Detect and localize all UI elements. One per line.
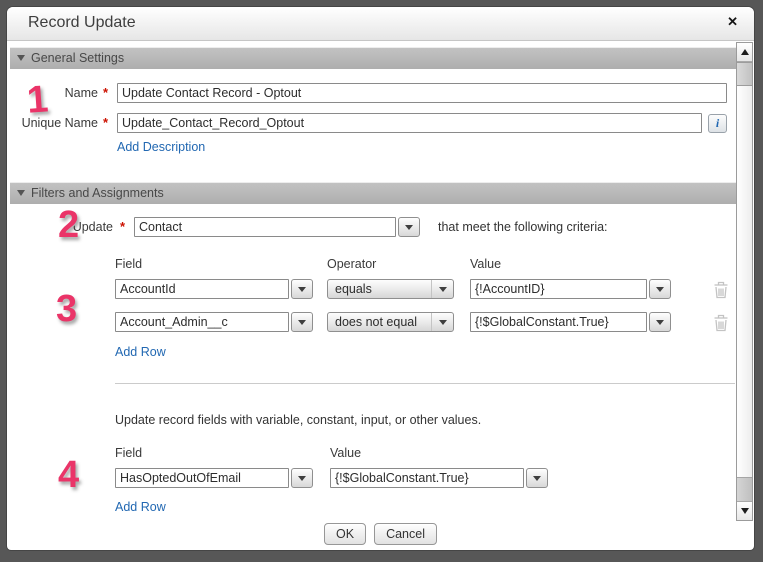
cancel-button[interactable]: Cancel (374, 523, 437, 545)
operator-value: equals (335, 282, 372, 296)
scroll-up-button[interactable] (737, 43, 752, 62)
assignment-value-dropdown-button[interactable] (526, 468, 548, 488)
filter-value-input[interactable] (470, 279, 647, 299)
footer-button-row: OK Cancel (7, 523, 754, 545)
chevron-down-icon (298, 476, 306, 481)
update-required-marker: * (120, 217, 125, 237)
annotation-step-3: 3 (56, 290, 77, 328)
update-object-input[interactable] (134, 217, 396, 237)
assignment-col-field: Field (115, 446, 142, 460)
chevron-down-icon (298, 287, 306, 292)
assignment-value-input[interactable] (330, 468, 524, 488)
section-header-general-settings[interactable]: General Settings (10, 47, 736, 69)
chevron-down-icon (533, 476, 541, 481)
update-object-dropdown-button[interactable] (398, 217, 420, 237)
filter-col-field: Field (115, 257, 142, 271)
criteria-caption: that meet the following criteria: (438, 220, 608, 234)
filter-field-input[interactable] (115, 279, 289, 299)
delete-row-icon[interactable] (713, 314, 729, 332)
assignment-col-value: Value (330, 446, 361, 460)
chevron-down-icon (405, 225, 413, 230)
arrow-up-icon (741, 49, 749, 55)
chevron-down-icon (431, 313, 453, 331)
collapse-triangle-icon (17, 55, 25, 61)
unique-name-input[interactable] (117, 113, 702, 133)
section-title: Filters and Assignments (31, 186, 164, 200)
add-description-link[interactable]: Add Description (117, 140, 205, 154)
filter-col-operator: Operator (327, 257, 376, 271)
collapse-triangle-icon (17, 190, 25, 196)
chevron-down-icon (656, 287, 664, 292)
close-icon[interactable]: ✕ (727, 15, 738, 29)
info-icon[interactable]: i (708, 114, 727, 133)
name-input[interactable] (117, 83, 727, 103)
name-label: Name (7, 83, 98, 103)
filter-operator-select[interactable]: does not equal (327, 312, 454, 332)
filter-operator-select[interactable]: equals (327, 279, 454, 299)
record-update-dialog: Record Update ✕ General Settings Name * … (7, 7, 754, 550)
chevron-down-icon (298, 320, 306, 325)
filter-value-input[interactable] (470, 312, 647, 332)
operator-value: does not equal (335, 315, 417, 329)
assignment-field-dropdown-button[interactable] (291, 468, 313, 488)
annotation-step-1: 1 (26, 80, 50, 119)
delete-row-icon[interactable] (713, 281, 729, 299)
filters-add-row-link[interactable]: Add Row (115, 345, 166, 359)
filter-field-dropdown-button[interactable] (291, 279, 313, 299)
annotation-step-2: 2 (58, 206, 79, 244)
annotation-step-4: 4 (58, 456, 79, 494)
chevron-down-icon (431, 280, 453, 298)
arrow-down-icon (741, 508, 749, 514)
assignments-caption: Update record fields with variable, cons… (115, 413, 481, 427)
dialog-title: Record Update (28, 14, 136, 32)
filter-value-dropdown-button[interactable] (649, 279, 671, 299)
filter-field-input[interactable] (115, 312, 289, 332)
unique-name-label: Unique Name (7, 113, 98, 133)
section-title: General Settings (31, 51, 124, 65)
name-required-marker: * (103, 83, 108, 103)
assignment-field-input[interactable] (115, 468, 289, 488)
scrollbar-thumb[interactable] (737, 62, 752, 86)
filter-value-dropdown-button[interactable] (649, 312, 671, 332)
scrollbar-lower-shade (737, 477, 752, 501)
section-divider (115, 383, 735, 384)
section-header-filters-assignments[interactable]: Filters and Assignments (10, 182, 736, 204)
filter-col-value: Value (470, 257, 501, 271)
assignments-add-row-link[interactable]: Add Row (115, 500, 166, 514)
unique-name-required-marker: * (103, 113, 108, 133)
scroll-down-button[interactable] (737, 501, 752, 520)
ok-button[interactable]: OK (324, 523, 366, 545)
vertical-scrollbar[interactable] (736, 42, 753, 521)
filter-field-dropdown-button[interactable] (291, 312, 313, 332)
screen-background: Record Update ✕ General Settings Name * … (0, 0, 763, 562)
dialog-titlebar: Record Update ✕ (7, 7, 754, 41)
chevron-down-icon (656, 320, 664, 325)
